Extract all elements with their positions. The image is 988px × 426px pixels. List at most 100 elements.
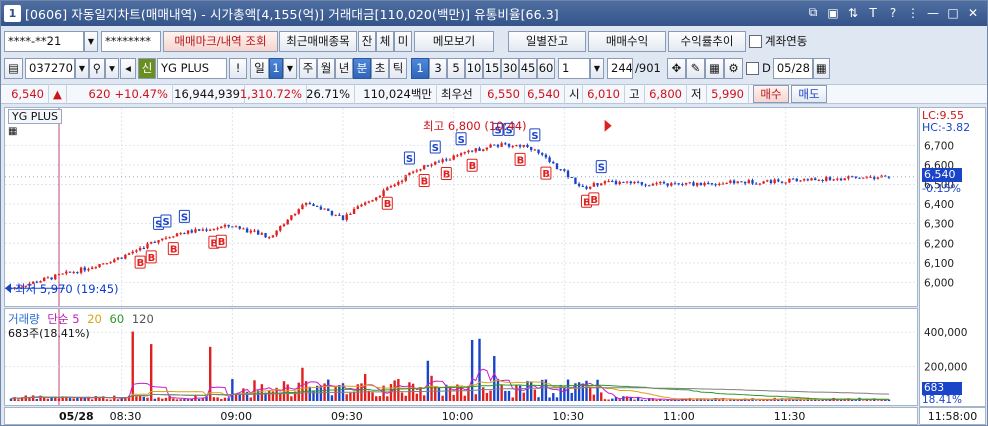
pane-menu-icon[interactable]: ▦ (8, 126, 17, 137)
help-icon[interactable]: ? (885, 4, 901, 21)
period-second-button[interactable]: 초 (371, 57, 389, 79)
volume-pct: 1,310.72% (240, 84, 307, 104)
executed-button[interactable]: 체 (376, 30, 394, 52)
interval-10[interactable]: 10 (465, 57, 483, 79)
search-icon[interactable]: ⚲ (89, 57, 105, 79)
period-year-button[interactable]: 년 (335, 57, 353, 79)
buy-marker-label: B (148, 253, 156, 264)
link-icon[interactable]: ⧉ (805, 4, 821, 21)
candle-body (721, 183, 725, 185)
interval-1[interactable]: 1 (411, 57, 429, 79)
window-icon[interactable]: ▣ (825, 4, 841, 21)
interval-15[interactable]: 15 (483, 57, 501, 79)
unexecuted-button[interactable]: 미 (394, 30, 412, 52)
candle-body (600, 183, 603, 186)
volume-bar (470, 339, 474, 401)
grid-icon[interactable]: ▦ (705, 57, 724, 79)
candle-body (124, 254, 127, 259)
interval-dropdown-icon[interactable]: ▼ (590, 57, 604, 79)
account-input[interactable]: ****-**21 (4, 30, 84, 52)
candle-body (825, 177, 828, 181)
volume-bar (157, 397, 160, 401)
balance-button[interactable]: 잔 (358, 30, 376, 52)
price-chart-pane[interactable]: BBSSBSBBBSBSBSBSSBSBBBS YG PLUS ▦ 최고 6,8… (4, 107, 918, 307)
interval-45[interactable]: 45 (519, 57, 537, 79)
volume-bar (452, 394, 455, 401)
candle-body (854, 176, 857, 178)
date-input[interactable]: 05/28 (772, 57, 813, 79)
period-week-button[interactable]: 주 (299, 57, 317, 79)
candle-body (282, 224, 286, 227)
draw-icon[interactable]: ✎ (686, 57, 705, 79)
memo-button[interactable]: 메모보기 (414, 30, 494, 52)
candle-body (231, 226, 234, 228)
volume-bar (216, 397, 219, 401)
stock-code-input[interactable]: 037270 (25, 57, 75, 79)
price-chart-svg[interactable]: B BS SBSB BBSBSBSBS SBSBB BS (5, 108, 917, 306)
candle-body (452, 155, 455, 160)
candle-body (220, 226, 223, 229)
candle-body (836, 178, 839, 180)
return-trend-button[interactable]: 수익률추이 (668, 30, 746, 52)
alert-button[interactable]: ! (229, 57, 247, 79)
candle-body (209, 229, 212, 231)
candle-body (271, 235, 275, 238)
volume-bar (496, 378, 500, 401)
interval-5[interactable]: 5 (447, 57, 465, 79)
interval-3[interactable]: 3 (429, 57, 447, 79)
buy-button[interactable]: 매수 (753, 85, 789, 103)
transfer-icon[interactable]: ⇅ (845, 4, 861, 21)
buy-marker-label: B (517, 155, 525, 166)
recent-trades-button[interactable]: 최근매매종목 (279, 30, 357, 52)
period-month-button[interactable]: 월 (317, 57, 335, 79)
period-minute-button[interactable]: 분 (353, 57, 371, 79)
tools-icon[interactable]: ✥ (667, 57, 686, 79)
minimize-icon[interactable]: — (925, 4, 941, 21)
period-day-button[interactable]: 일 (250, 57, 269, 79)
volume-bar (35, 398, 39, 401)
password-input[interactable]: ******** (101, 30, 161, 52)
gear-icon[interactable]: ⚙ (724, 57, 743, 79)
chart-type-icon[interactable]: ▤ (4, 57, 23, 79)
volume-bar (592, 394, 596, 401)
stock-code-dropdown-icon[interactable]: ▼ (75, 57, 89, 79)
candle-body (548, 157, 551, 162)
sell-button[interactable]: 매도 (791, 85, 827, 103)
prev-stock-icon[interactable]: ◂ (120, 57, 136, 79)
volume-tick-label: 200,000 (924, 362, 967, 374)
maximize-icon[interactable]: □ (945, 4, 961, 21)
calendar-icon[interactable]: ▦ (812, 57, 830, 79)
candle-body (541, 153, 544, 155)
period-tick-button[interactable]: 틱 (389, 57, 407, 79)
candle-body (116, 257, 120, 260)
candle-body (526, 144, 529, 148)
account-link-checkbox[interactable] (749, 34, 762, 48)
volume-chart-pane[interactable]: 거래량 단순 5 20 60 120 683주(18.41%) (4, 308, 918, 406)
account-dropdown-icon[interactable]: ▼ (84, 30, 98, 52)
candle-body (861, 177, 865, 179)
candle-body (98, 264, 101, 268)
close-icon[interactable]: ✕ (965, 4, 981, 21)
volume-bar (511, 397, 514, 401)
candle-body (172, 236, 175, 238)
period-dropdown-icon[interactable]: ▼ (283, 57, 297, 79)
count-input[interactable]: 244 (607, 57, 633, 79)
date-checkbox[interactable] (746, 61, 759, 75)
menu-icon[interactable]: ⋮ (905, 4, 921, 21)
chevron-down-icon[interactable]: ▾ (105, 57, 119, 79)
daily-balance-button[interactable]: 일별잔고 (508, 30, 586, 52)
account-link-label: 계좌연동 (765, 34, 808, 48)
font-icon[interactable]: T (865, 4, 881, 21)
interval-input[interactable]: 1 (558, 57, 590, 79)
trade-profit-button[interactable]: 매매수익 (588, 30, 666, 52)
candle-body (360, 204, 363, 207)
change-group: 620 +10.47% (67, 84, 173, 104)
candle-body (592, 183, 596, 187)
volume-bar (618, 399, 621, 401)
candle-body (876, 177, 880, 179)
interval-60[interactable]: 60 (537, 57, 555, 79)
trade-mark-button[interactable]: 매매마크/내역 조회 (163, 30, 278, 52)
interval-30[interactable]: 30 (501, 57, 519, 79)
period-number[interactable]: 1 (269, 57, 283, 79)
stock-name-field[interactable]: YG PLUS (157, 57, 227, 79)
